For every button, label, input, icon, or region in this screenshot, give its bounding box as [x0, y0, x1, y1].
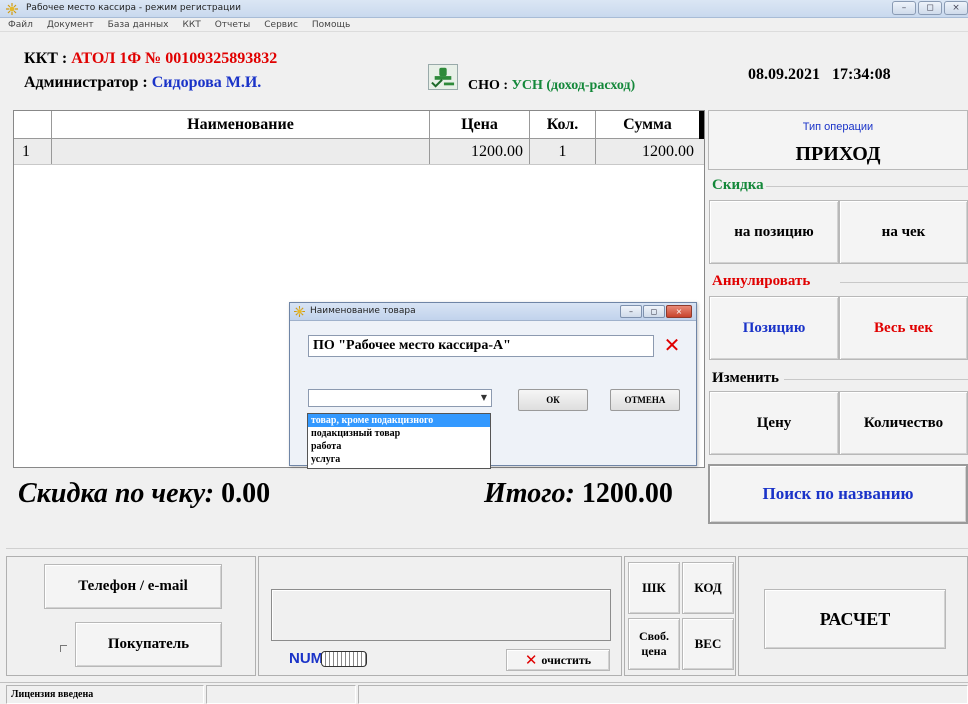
close-button[interactable]: ×: [944, 1, 968, 15]
search-by-name-button[interactable]: Поиск по названию: [708, 464, 968, 524]
cancel-check-button[interactable]: Весь чек: [839, 296, 968, 360]
cancel-dialog-button[interactable]: ОТМЕНА: [610, 389, 680, 411]
dropdown-option[interactable]: подакцизный товар: [308, 427, 490, 440]
app-icon: [6, 3, 18, 15]
status-bar: Лицензия введена: [0, 682, 968, 704]
discount-group-label: Скидка: [712, 177, 764, 193]
dropdown-option[interactable]: работа: [308, 440, 490, 453]
cancel-item-button[interactable]: Позицию: [709, 296, 839, 360]
sno-value: УСН (доход-расход): [511, 78, 636, 93]
change-price-button[interactable]: Цену: [709, 391, 839, 455]
operation-type-value: ПРИХОД: [795, 143, 881, 165]
product-type-select[interactable]: ▼: [308, 389, 492, 407]
menu-service[interactable]: Сервис: [264, 18, 298, 31]
table-header: Наименование Цена Кол. Сумма: [14, 111, 704, 139]
sno-label: СНО :: [468, 78, 512, 93]
time: 17:34:08: [832, 66, 891, 83]
clear-x-icon: ✕: [524, 651, 538, 669]
free-price-button[interactable]: Своб. цена: [628, 618, 680, 670]
kkt-value: АТОЛ 1Ф № 00109325893832: [71, 50, 278, 67]
minimize-button[interactable]: –: [892, 1, 916, 15]
clear-label: очистить: [541, 652, 592, 667]
date: 08.09.2021: [748, 66, 820, 83]
date-time: 08.09.2021 17:34:08: [748, 66, 891, 84]
stamp-icon[interactable]: [428, 64, 458, 90]
payment-button[interactable]: РАСЧЕТ: [764, 589, 946, 649]
menu-document[interactable]: Документ: [47, 18, 94, 31]
admin-label: Администратор :: [24, 74, 152, 91]
title-bar: Рабочее место кассира - режим регистраци…: [0, 0, 968, 18]
col-header-num: [14, 111, 52, 138]
kkt-info: ККТ : АТОЛ 1Ф № 00109325893832: [24, 50, 277, 68]
num-lock-indicator: NUM: [289, 650, 324, 667]
dropdown-option[interactable]: услуга: [308, 453, 490, 466]
cancel-group-label: Аннулировать: [712, 273, 811, 289]
kkt-label: ККТ :: [24, 50, 72, 67]
menu-reports[interactable]: Отчеты: [215, 18, 251, 31]
check-total-value: 1200.00: [581, 478, 673, 509]
check-discount-value: 0.00: [221, 478, 271, 509]
col-header-qty[interactable]: Кол.: [530, 111, 596, 138]
dialog-title-bar: Наименование товара – ◻ ×: [290, 303, 696, 321]
discount-check-button[interactable]: на чек: [839, 200, 968, 264]
dialog-close-button[interactable]: ×: [666, 305, 692, 318]
clear-name-icon[interactable]: ✕: [660, 335, 684, 357]
message-area: [271, 589, 611, 641]
discount-item-button[interactable]: на позицию: [709, 200, 839, 264]
menu-help[interactable]: Помощь: [312, 18, 350, 31]
buyer-checkbox[interactable]: [60, 645, 67, 652]
change-quantity-button[interactable]: Количество: [839, 391, 968, 455]
discount-divider: [766, 186, 968, 187]
clear-button[interactable]: ✕ очистить: [506, 649, 610, 671]
menu-bar: Файл Документ База данных ККТ Отчеты Сер…: [0, 18, 968, 32]
weight-button[interactable]: ВЕС: [682, 618, 734, 670]
sno-info: СНО : УСН (доход-расход): [468, 78, 635, 94]
row-sum: 1200.00: [642, 142, 694, 160]
keyboard-icon[interactable]: [321, 651, 367, 667]
check-total: Итого: 1200.00: [484, 478, 673, 510]
row-qty: 1: [530, 139, 596, 164]
menu-kkt[interactable]: ККТ: [182, 18, 200, 31]
row-price: 1200.00: [430, 139, 530, 164]
dialog-minimize-button[interactable]: –: [620, 305, 642, 318]
check-total-label: Итого:: [484, 478, 575, 509]
operation-type-caption: Тип операции: [802, 121, 874, 133]
check-discount-label: Скидка по чеку:: [18, 478, 215, 509]
row-num: 1: [14, 139, 52, 164]
ok-button[interactable]: ОК: [518, 389, 588, 411]
column-divider: [699, 111, 704, 139]
check-discount: Скидка по чеку: 0.00: [18, 478, 270, 510]
product-type-dropdown: товар, кроме подакцизного подакцизный то…: [307, 413, 491, 469]
chevron-down-icon[interactable]: ▼: [477, 390, 491, 406]
window-title: Рабочее место кассира - режим регистраци…: [26, 3, 241, 13]
row-name: [52, 139, 430, 164]
admin-info: Администратор : Сидорова М.И.: [24, 74, 261, 92]
status-cell-2: [206, 685, 356, 704]
menu-database[interactable]: База данных: [108, 18, 169, 31]
change-group-label: Изменить: [712, 370, 779, 386]
admin-value: Сидорова М.И.: [151, 74, 262, 91]
operation-type-panel[interactable]: Тип операции ПРИХОД: [708, 110, 968, 170]
dialog-title: Наименование товара: [310, 306, 416, 316]
col-header-name[interactable]: Наименование: [52, 111, 430, 138]
col-header-sum[interactable]: Сумма: [596, 111, 700, 138]
code-button[interactable]: КОД: [682, 562, 734, 614]
dialog-maximize-button[interactable]: ◻: [643, 305, 665, 318]
cancel-divider: [840, 282, 968, 283]
change-divider: [784, 379, 968, 380]
phone-email-button[interactable]: Телефон / e-mail: [44, 564, 222, 609]
menu-file[interactable]: Файл: [8, 18, 33, 31]
table-row[interactable]: 1 1200.00 1 1200.00: [14, 139, 704, 165]
status-cell-3: [358, 685, 968, 704]
maximize-button[interactable]: ◻: [918, 1, 942, 15]
dialog-app-icon: [294, 306, 305, 317]
barcode-button[interactable]: ШК: [628, 562, 680, 614]
product-name-input[interactable]: ПО "Рабочее место кассира-А": [308, 335, 654, 357]
license-status: Лицензия введена: [6, 685, 204, 704]
buyer-button[interactable]: Покупатель: [75, 622, 222, 667]
col-header-price[interactable]: Цена: [430, 111, 530, 138]
dropdown-option[interactable]: товар, кроме подакцизного: [308, 414, 490, 427]
